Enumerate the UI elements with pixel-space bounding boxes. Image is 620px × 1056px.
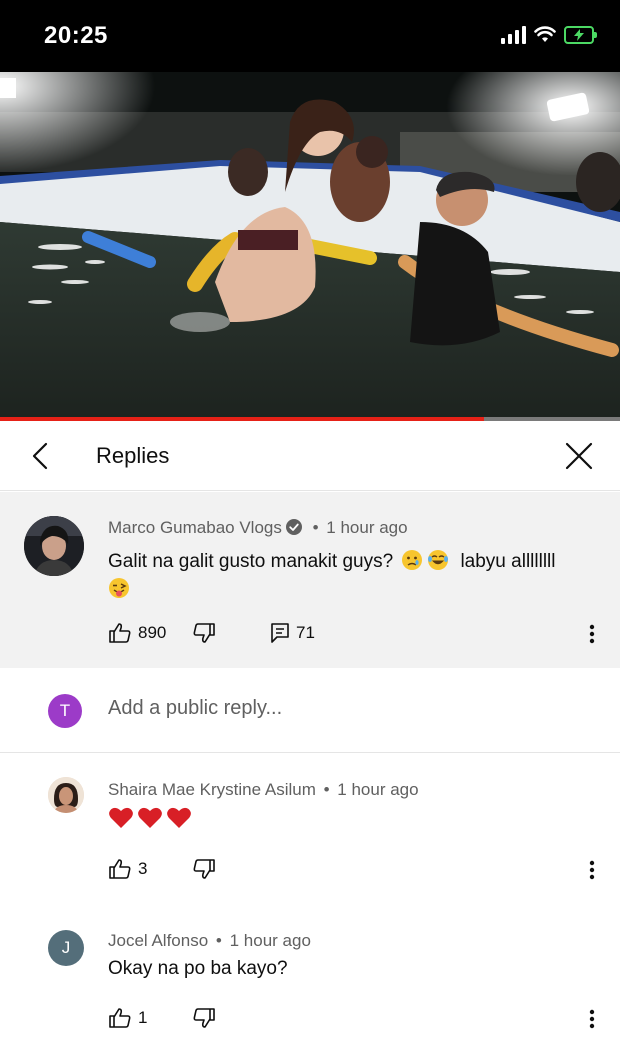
- comment-text-part2: labyu allllllll: [460, 551, 556, 572]
- status-bar: 20:25: [0, 0, 620, 72]
- author-photo: [24, 516, 84, 576]
- more-options-icon[interactable]: [589, 1009, 595, 1029]
- video-frame: [0, 72, 620, 418]
- close-icon[interactable]: [564, 441, 594, 471]
- thumbs-up-icon: [109, 1008, 131, 1028]
- meta-separator: •: [215, 931, 222, 950]
- comment-time: 1 hour ago: [229, 931, 311, 950]
- reply-count: 71: [296, 623, 315, 642]
- comment-meta: Jocel Alfonso • 1 hour ago: [108, 931, 311, 951]
- comment-text: Okay na po ba kayo?: [108, 958, 288, 979]
- author-photo: [48, 777, 84, 813]
- author-name[interactable]: Marco Gumabao Vlogs: [108, 518, 282, 537]
- verified-check-icon: [285, 519, 302, 535]
- avatar[interactable]: J: [48, 930, 84, 966]
- comment-text: [108, 806, 192, 830]
- signal-icon: [501, 26, 526, 44]
- like-count: 890: [138, 623, 167, 642]
- red-heart-emoji-icon: [109, 807, 133, 828]
- reply-count-button[interactable]: 71: [270, 622, 315, 644]
- replies-header: Replies: [0, 421, 620, 491]
- avatar[interactable]: [48, 777, 84, 813]
- red-heart-emoji-icon: [167, 807, 191, 828]
- like-count: 3: [138, 859, 148, 878]
- add-reply-bar: T: [0, 669, 620, 753]
- red-heart-emoji-icon: [138, 807, 162, 828]
- wifi-icon: [534, 26, 556, 42]
- comment-bubble-icon: [271, 623, 289, 643]
- author-name[interactable]: Shaira Mae Krystine Asilum: [108, 780, 316, 799]
- comment-meta: Shaira Mae Krystine Asilum • 1 hour ago: [108, 780, 419, 800]
- meta-separator: •: [312, 518, 319, 537]
- page-title: Replies: [96, 443, 170, 468]
- dislike-button[interactable]: [192, 622, 216, 644]
- comment-time: 1 hour ago: [337, 780, 419, 799]
- author-name[interactable]: Jocel Alfonso: [108, 931, 208, 950]
- dislike-button[interactable]: [192, 1007, 216, 1029]
- status-icons: [501, 26, 597, 44]
- battery-charging-icon: [564, 26, 597, 44]
- thumbs-down-icon: [193, 623, 215, 643]
- thumbs-up-icon: [109, 859, 131, 879]
- back-arrow-icon[interactable]: [26, 441, 56, 471]
- thumbs-down-icon: [193, 859, 215, 879]
- comment-text: Galit na galit gusto manakit guys? labyu…: [108, 548, 608, 604]
- like-count: 1: [138, 1008, 148, 1027]
- crying-face-emoji-icon: [402, 550, 423, 570]
- more-options-icon[interactable]: [589, 624, 595, 644]
- parent-comment: Marco Gumabao Vlogs • 1 hour ago Galit n…: [0, 492, 620, 668]
- thumbs-up-icon: [109, 623, 131, 643]
- like-button[interactable]: 3: [108, 858, 147, 880]
- like-button[interactable]: 890: [108, 622, 166, 644]
- more-options-icon[interactable]: [589, 860, 595, 880]
- reply-input[interactable]: [108, 697, 568, 720]
- tongue-wink-emoji-icon: [109, 578, 129, 598]
- dislike-button[interactable]: [192, 858, 216, 880]
- comment-meta: Marco Gumabao Vlogs • 1 hour ago: [108, 518, 408, 538]
- comment-time: 1 hour ago: [326, 518, 408, 537]
- meta-separator: •: [323, 780, 330, 799]
- user-avatar: T: [48, 694, 82, 728]
- comment-text-part1: Galit na galit gusto manakit guys?: [108, 551, 394, 572]
- thumbs-down-icon: [193, 1008, 215, 1028]
- video-player[interactable]: [0, 72, 620, 418]
- status-time: 20:25: [44, 22, 108, 49]
- avatar[interactable]: [24, 516, 84, 576]
- like-button[interactable]: 1: [108, 1007, 147, 1029]
- tears-of-joy-emoji-icon: [428, 550, 449, 570]
